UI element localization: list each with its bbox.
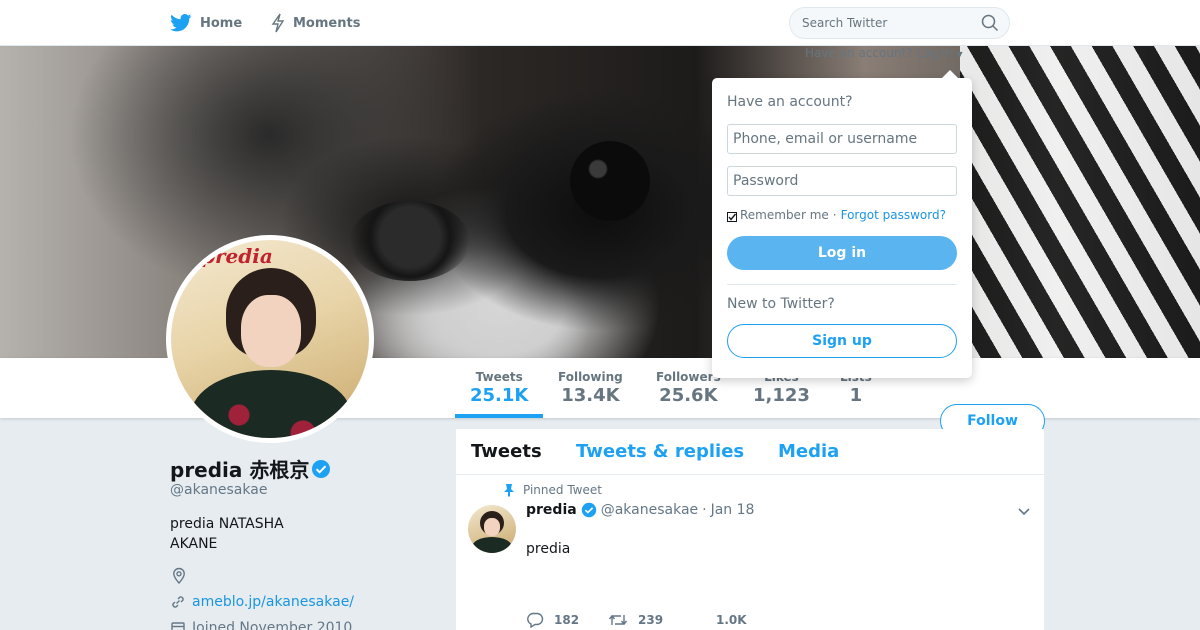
like-count: 1.0K: [716, 613, 747, 627]
twitter-bird-icon: [170, 14, 192, 32]
profile-name-text: predia 赤根京: [170, 458, 310, 482]
tweet-author-avatar[interactable]: [468, 505, 516, 553]
stat-value: 1,123: [753, 385, 810, 406]
reply-count: 182: [554, 613, 580, 627]
profile-joined-text: Joined November 2010: [192, 620, 353, 630]
tweet-date[interactable]: Jan 18: [711, 502, 755, 518]
login-dropdown: Have an account? Remember me · Forgot pa…: [712, 70, 972, 378]
stat-label: Followers: [656, 370, 721, 384]
tweet-text: predia: [526, 541, 571, 557]
login-hint-text: Have an account?: [805, 46, 913, 60]
pinned-tweet-label: Pinned Tweet: [503, 483, 602, 497]
stat-value: 1: [849, 385, 863, 406]
search-icon[interactable]: [981, 14, 999, 32]
like-button[interactable]: 1.0K: [716, 613, 747, 627]
sign-up-button[interactable]: Sign up: [727, 324, 957, 358]
active-stat-underline: [455, 414, 543, 418]
profile-avatar[interactable]: predia: [166, 235, 374, 443]
verified-badge-icon: [581, 502, 597, 518]
nav-home-label: Home: [200, 15, 243, 31]
banner-dog-eye: [570, 141, 650, 221]
remember-me-label[interactable]: Remember me: [740, 208, 829, 222]
pin-icon: [504, 484, 514, 497]
login-dropdown-title: Have an account?: [727, 94, 853, 110]
tab-media[interactable]: Media: [778, 441, 839, 462]
reply-button[interactable]: 182: [526, 612, 608, 628]
stat-tweets[interactable]: Tweets 25.1K: [470, 370, 528, 406]
stat-following[interactable]: Following 13.4K: [558, 370, 623, 406]
login-hint-link[interactable]: Log in: [916, 46, 952, 60]
nav-moments[interactable]: Moments: [271, 0, 360, 46]
separator-dot: ·: [832, 208, 837, 222]
tweet-separator: ·: [702, 502, 707, 518]
nav-moments-label: Moments: [293, 15, 361, 31]
profile-name: predia 赤根京: [170, 454, 331, 483]
avatar-logo: predia: [201, 244, 273, 268]
reply-icon: [527, 612, 544, 628]
verified-badge-icon: [311, 459, 331, 479]
profile-handle[interactable]: @akanesakae: [170, 482, 267, 498]
divider: [727, 284, 957, 285]
nav-home[interactable]: Home: [170, 0, 242, 46]
tweet-header: predia @akanesakae · Jan 18: [526, 502, 754, 518]
forgot-password-link[interactable]: Forgot password?: [841, 208, 946, 222]
stat-value: 25.1K: [470, 385, 529, 406]
calendar-icon: [171, 622, 185, 630]
timeline-tabs: Tweets Tweets & replies Media: [456, 429, 1044, 475]
retweet-button[interactable]: 239: [608, 612, 716, 628]
avatar-face: [241, 295, 301, 367]
remember-me-checkbox[interactable]: [727, 212, 737, 222]
tab-tweets[interactable]: Tweets: [471, 441, 542, 462]
remember-me-row: Remember me · Forgot password?: [727, 208, 946, 222]
stat-label: Following: [558, 370, 623, 384]
login-hint: Have an account? Log in ▼: [805, 46, 963, 60]
caret-down-icon[interactable]: ▼: [956, 50, 962, 59]
tweet-avatar-face: [484, 518, 500, 536]
banner-striped-fabric: [960, 46, 1200, 358]
stat-value: 25.6K: [659, 385, 718, 406]
username-field[interactable]: [727, 124, 957, 154]
banner-dog-nose: [350, 201, 470, 281]
timeline: Tweets Tweets & replies Media Pinned Twe…: [456, 429, 1044, 630]
password-field[interactable]: [727, 166, 957, 196]
stat-followers[interactable]: Followers 25.6K: [656, 370, 721, 406]
stat-value: 13.4K: [561, 385, 620, 406]
chevron-down-icon[interactable]: [1016, 503, 1032, 519]
avatar-body: [191, 370, 351, 438]
pinned-tweet-text: Pinned Tweet: [523, 483, 602, 497]
location-pin-icon: [170, 567, 188, 585]
tweet-author-handle[interactable]: @akanesakae: [601, 502, 698, 518]
retweet-icon: [608, 614, 628, 626]
tweet-actions: 182 239 1.0K: [526, 612, 747, 628]
profile-url[interactable]: ameblo.jp/akanesakae/: [170, 594, 354, 610]
profile-url-text[interactable]: ameblo.jp/akanesakae/: [192, 594, 354, 610]
tweet-avatar-body: [472, 537, 512, 553]
search-input[interactable]: [789, 7, 1010, 39]
log-in-button[interactable]: Log in: [727, 236, 957, 270]
tab-tweets-and-replies[interactable]: Tweets & replies: [576, 441, 744, 462]
stat-label: Tweets: [475, 370, 523, 384]
lightning-icon: [271, 13, 285, 33]
link-icon: [172, 596, 184, 608]
profile-bio: predia NATASHA AKANE: [170, 516, 284, 552]
top-navigation-bar: Home Moments: [0, 0, 1200, 46]
new-to-twitter-label: New to Twitter?: [727, 296, 835, 312]
retweet-count: 239: [638, 613, 664, 627]
profile-joined: Joined November 2010: [170, 620, 352, 630]
tweet-author-name[interactable]: predia: [526, 502, 577, 518]
